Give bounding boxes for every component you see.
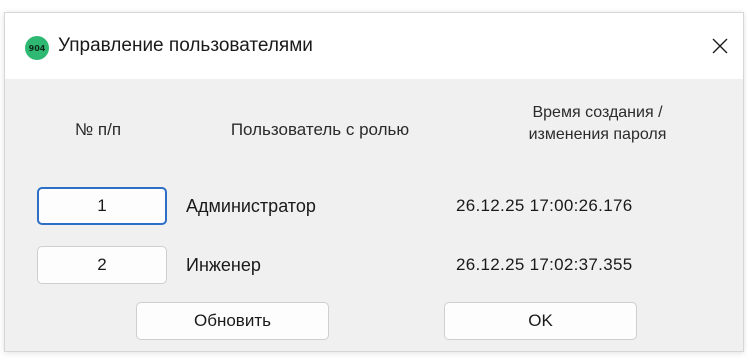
user-management-dialog: 904 Управление пользователями № п/п Поль…	[4, 12, 744, 352]
column-header-number: № п/п	[74, 120, 122, 139]
column-header-time-line2: изменения пароля	[528, 126, 667, 143]
refresh-button[interactable]: Обновить	[136, 302, 329, 340]
dialog-content: № п/п Пользователь с ролью Время создани…	[5, 79, 743, 351]
window-title: Управление пользователями	[58, 35, 313, 56]
row-1-time: 26.12.25 17:00:26.176	[456, 196, 633, 215]
row-2-user: Инженер	[186, 255, 261, 275]
close-button[interactable]	[697, 23, 743, 69]
app-icon: 904	[25, 36, 49, 60]
ok-button[interactable]: OK	[444, 302, 637, 340]
row-2-time: 26.12.25 17:02:37.355	[456, 255, 633, 274]
column-header-time-line1: Время создания /	[532, 104, 663, 121]
row-1-user: Администратор	[186, 196, 316, 216]
title-bar: 904 Управление пользователями	[5, 13, 743, 79]
column-header-time: Время создания / изменения пароля	[485, 102, 710, 146]
close-icon	[712, 38, 728, 54]
column-header-user: Пользователь с ролью	[230, 120, 410, 139]
row-1-number-button[interactable]: 1	[37, 187, 167, 225]
row-2-number-button[interactable]: 2	[37, 246, 167, 284]
